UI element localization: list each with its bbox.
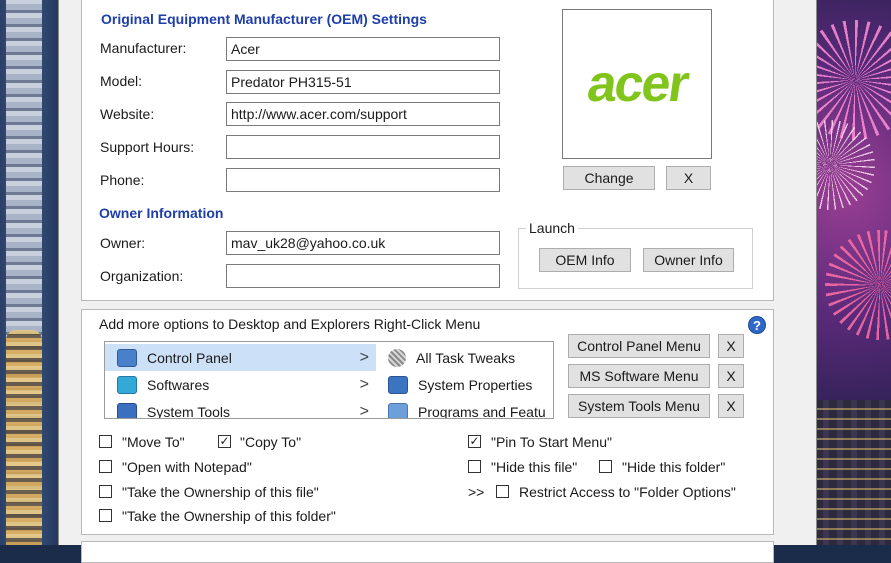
desktop-wallpaper-right <box>815 0 891 545</box>
oem-info-button[interactable]: OEM Info <box>539 248 631 272</box>
launch-label: Launch <box>526 220 578 236</box>
city-graphic <box>815 400 891 545</box>
list-item-label: System Properties <box>418 376 533 393</box>
list-item-label: Softwares <box>147 376 210 393</box>
oem-logo-box: acer <box>562 9 712 159</box>
list-item-control-panel[interactable]: Control Panel > <box>105 344 377 371</box>
help-icon[interactable]: ? <box>748 316 766 334</box>
own-folder-label: "Take the Ownership of this folder" <box>122 508 336 524</box>
system-properties-icon <box>388 375 408 394</box>
copy-to-label: "Copy To" <box>240 434 302 450</box>
restrict-folder-options-checkbox[interactable] <box>496 485 509 498</box>
firework-graphic <box>825 230 891 340</box>
list-item-all-task-tweaks[interactable]: All Task Tweaks <box>376 344 553 371</box>
pin-start-label: "Pin To Start Menu" <box>491 434 612 450</box>
hide-file-checkbox[interactable] <box>468 460 481 473</box>
list-item-label: All Task Tweaks <box>416 349 516 366</box>
list-item-system-tools[interactable]: System Tools > <box>105 398 377 419</box>
chevron-right-icon: > <box>359 402 369 419</box>
ms-software-menu-button[interactable]: MS Software Menu <box>568 364 710 388</box>
owner-section-title: Owner Information <box>99 205 224 221</box>
clear-logo-button[interactable]: X <box>666 166 711 190</box>
support-hours-input[interactable] <box>226 135 500 159</box>
move-to-label: "Move To" <box>122 434 185 450</box>
context-menu-title: Add more options to Desktop and Explorer… <box>99 316 481 332</box>
own-file-checkbox[interactable] <box>99 485 112 498</box>
desktop-wallpaper-left <box>0 0 58 545</box>
context-menu-group: Add more options to Desktop and Explorer… <box>81 309 774 535</box>
phone-input[interactable] <box>226 168 500 192</box>
list-item-system-properties[interactable]: System Properties <box>376 371 553 398</box>
website-input[interactable] <box>226 102 500 126</box>
softwares-icon <box>117 375 137 394</box>
organization-label: Organization: <box>100 268 184 284</box>
remove-system-tools-menu-button[interactable]: X <box>718 394 744 418</box>
remove-ms-software-menu-button[interactable]: X <box>718 364 744 388</box>
phone-label: Phone: <box>100 172 145 188</box>
hide-folder-label: "Hide this folder" <box>622 459 726 475</box>
restrict-folder-options-label: Restrict Access to "Folder Options" <box>519 484 736 500</box>
list-item-label: Programs and Featu <box>418 403 546 419</box>
open-notepad-checkbox[interactable] <box>99 460 112 473</box>
owner-label: Owner: <box>100 235 146 251</box>
next-settings-group <box>81 541 774 563</box>
control-panel-menu-button[interactable]: Control Panel Menu <box>568 334 710 358</box>
chevron-right-icon: > <box>359 348 369 366</box>
model-input[interactable] <box>226 70 500 94</box>
model-label: Model: <box>100 73 143 89</box>
open-notepad-label: "Open with Notepad" <box>122 459 252 475</box>
organization-input[interactable] <box>226 264 500 288</box>
change-logo-button[interactable]: Change <box>563 166 655 190</box>
system-tools-icon <box>117 402 137 418</box>
menu-item-list[interactable]: All Task Tweaks System Properties Progra… <box>376 341 554 419</box>
oem-section-title: Original Equipment Manufacturer (OEM) Se… <box>101 11 427 27</box>
task-tweaks-icon <box>388 348 406 367</box>
arrows-indicator: >> <box>468 484 485 500</box>
list-item-softwares[interactable]: Softwares > <box>105 371 377 398</box>
pin-start-checkbox[interactable]: ✓ <box>468 435 481 448</box>
programs-icon <box>388 402 408 418</box>
support-hours-label: Support Hours: <box>100 139 195 155</box>
list-item-label: Control Panel <box>147 349 232 366</box>
acer-logo: acer <box>583 55 691 113</box>
hide-file-label: "Hide this file" <box>491 459 578 475</box>
owner-input[interactable] <box>226 231 500 255</box>
list-item-label: System Tools <box>147 403 230 419</box>
manufacturer-label: Manufacturer: <box>100 40 187 56</box>
copy-to-checkbox[interactable]: ✓ <box>218 435 231 448</box>
system-tools-menu-button[interactable]: System Tools Menu <box>568 394 710 418</box>
owner-info-button[interactable]: Owner Info <box>643 248 734 272</box>
own-file-label: "Take the Ownership of this file" <box>122 484 319 500</box>
move-to-checkbox[interactable] <box>99 435 112 448</box>
list-item-programs[interactable]: Programs and Featu <box>376 398 553 419</box>
tweaker-window: Original Equipment Manufacturer (OEM) Se… <box>58 0 817 563</box>
manufacturer-input[interactable] <box>226 37 500 61</box>
chevron-right-icon: > <box>359 375 369 393</box>
website-label: Website: <box>100 106 155 122</box>
remove-control-panel-menu-button[interactable]: X <box>718 334 744 358</box>
oem-settings-group: Original Equipment Manufacturer (OEM) Se… <box>81 0 774 301</box>
own-folder-checkbox[interactable] <box>99 509 112 522</box>
tower-lights-graphic <box>6 330 42 545</box>
control-panel-icon <box>117 348 137 367</box>
hide-folder-checkbox[interactable] <box>599 460 612 473</box>
menu-category-list[interactable]: Control Panel > Softwares > System Tools… <box>104 341 378 419</box>
